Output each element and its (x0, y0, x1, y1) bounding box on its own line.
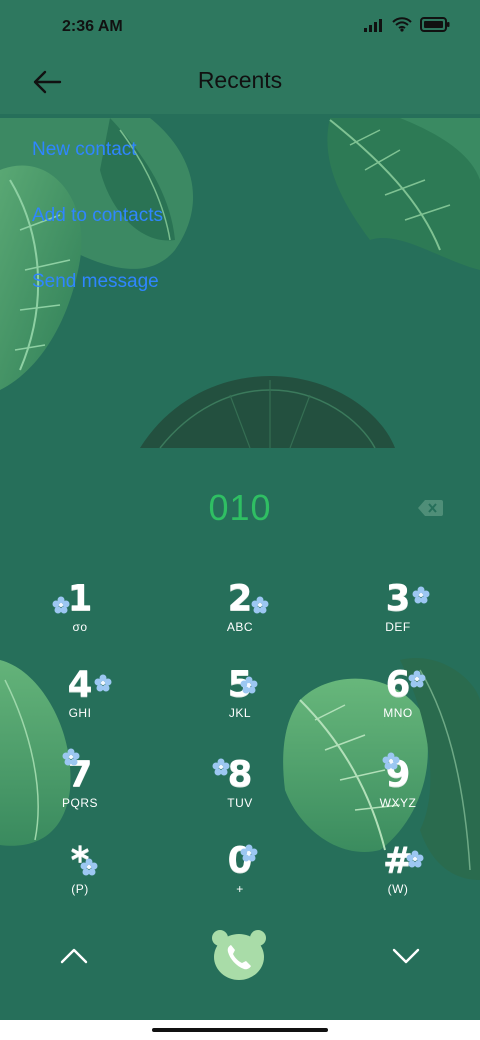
key-6[interactable]: 6 MNO (338, 654, 458, 734)
flower-icon (406, 850, 424, 868)
key-digit: 2 (227, 578, 253, 619)
chevron-up-icon (60, 948, 88, 964)
expand-button[interactable] (386, 936, 426, 976)
key-digit: 6 (385, 664, 411, 705)
backspace-button[interactable] (416, 497, 444, 519)
key-letters: DEF (385, 620, 411, 634)
key-letters: + (236, 882, 244, 896)
dialer-screen: 2:36 AM Recents New contact Add to conta… (0, 0, 480, 1020)
status-bar: 2:36 AM (0, 0, 480, 56)
flower-icon (408, 670, 426, 688)
key-1[interactable]: 1 σο (20, 568, 140, 648)
phone-icon (212, 930, 266, 980)
key-8[interactable]: 8 TUV (180, 744, 300, 824)
key-2[interactable]: 2 ABC (180, 568, 300, 648)
flower-icon (94, 674, 112, 692)
key-7[interactable]: 7 PQRS (20, 744, 140, 824)
call-button[interactable] (210, 928, 268, 982)
key-digit: 4 (67, 664, 93, 705)
flower-icon (240, 844, 258, 862)
new-contact-link[interactable]: New contact (32, 136, 163, 202)
send-message-link[interactable]: Send message (32, 268, 163, 334)
key-hash[interactable]: # (W) (338, 830, 458, 910)
status-icons (364, 17, 450, 32)
signal-icon (364, 18, 382, 32)
dialed-number: 010 (208, 487, 272, 528)
flower-icon (52, 596, 70, 614)
key-digit: # (382, 840, 414, 881)
key-letters: (W) (387, 882, 409, 896)
key-letters: MNO (383, 706, 413, 720)
key-letters: ABC (226, 620, 254, 634)
navigation-bar (0, 1020, 480, 1040)
flower-icon (212, 758, 230, 776)
key-letters: TUV (227, 796, 253, 810)
status-time: 2:36 AM (62, 18, 123, 35)
add-to-contacts-link[interactable]: Add to contacts (32, 202, 163, 268)
backspace-icon (418, 500, 443, 516)
key-5[interactable]: 5 JKL (180, 654, 300, 734)
flower-icon (412, 586, 430, 604)
key-letters: (P) (71, 882, 89, 896)
key-digit: 1 (67, 578, 93, 619)
chevron-down-icon (392, 948, 420, 964)
key-letters: WXYZ (379, 796, 417, 810)
flower-icon (62, 748, 80, 766)
flower-icon (80, 858, 98, 876)
wifi-icon (392, 17, 412, 32)
flower-icon (251, 596, 269, 614)
key-0[interactable]: 0 + (180, 830, 300, 910)
voicemail-label: σο (72, 620, 88, 634)
collapse-keypad-button[interactable] (54, 936, 94, 976)
key-digit: 7 (67, 754, 93, 795)
key-3[interactable]: 3 DEF (338, 568, 458, 648)
battery-icon (420, 17, 450, 32)
home-indicator[interactable] (152, 1028, 328, 1032)
key-digit: 8 (227, 754, 253, 795)
key-letters: JKL (228, 706, 252, 720)
key-4[interactable]: 4 GHI (20, 654, 140, 734)
key-letters: GHI (68, 706, 92, 720)
key-digit: 3 (385, 578, 411, 619)
flower-icon (382, 752, 400, 770)
contact-actions: New contact Add to contacts Send message (32, 136, 163, 334)
page-title: Recents (197, 67, 283, 93)
flower-icon (240, 676, 258, 694)
key-letters: PQRS (61, 796, 98, 810)
header: Recents (0, 56, 480, 114)
